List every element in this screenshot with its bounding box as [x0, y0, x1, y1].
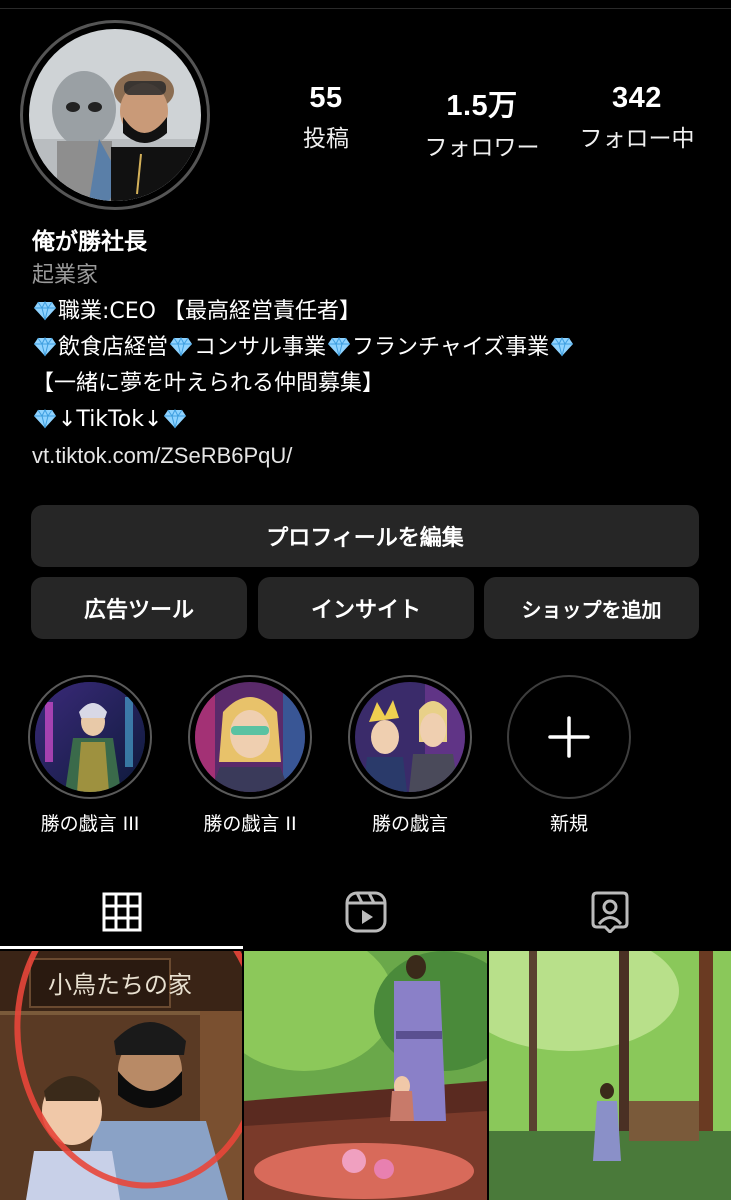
- grid-icon: [102, 892, 141, 932]
- profile-category: 起業家: [32, 263, 99, 288]
- top-divider: [0, 8, 731, 9]
- diamond-icon: [34, 409, 56, 429]
- highlight-item[interactable]: 勝の戯言 III: [28, 675, 152, 836]
- post-thumbnail[interactable]: [489, 951, 731, 1200]
- followers-label: フォロワー: [424, 135, 540, 161]
- bio-text-1: 職業:CEO 【最高経営責任者】: [58, 299, 361, 324]
- diamond-icon: [34, 337, 56, 357]
- reels-icon: [345, 891, 386, 933]
- stat-following[interactable]: 342 フォロー中: [567, 82, 707, 153]
- bio-line-2: 飲食店経営 コンサル事業 フランチャイズ事業: [32, 330, 722, 366]
- highlight-label: 勝の戯言 III: [40, 813, 140, 835]
- posts-count: 55: [309, 82, 343, 114]
- bio-text-2: 飲食店経営: [58, 335, 169, 360]
- svg-text:小鳥たちの家: 小鳥たちの家: [48, 971, 192, 999]
- new-highlight-button[interactable]: 新規: [507, 675, 631, 836]
- bio-text-tiktok: ↓TikTok↓: [58, 407, 163, 432]
- add-shop-button[interactable]: ショップを追加: [484, 577, 699, 639]
- highlight-label: 勝の戯言: [371, 813, 448, 835]
- followers-count: 1.5万: [446, 90, 518, 122]
- post-thumbnail[interactable]: 小鳥たちの家: [0, 951, 242, 1200]
- highlight-ring: [28, 675, 152, 799]
- bio-line-4: ↓TikTok↓: [32, 402, 722, 438]
- highlight-ring: [188, 675, 312, 799]
- bio-link[interactable]: vt.tiktok.com/ZSeRB6PqU/: [32, 438, 722, 474]
- bio-section: 俺が勝社長 起業家 職業:CEO 【最高経営責任者】 飲食店経営 コンサル事業 フラ…: [32, 226, 722, 474]
- avatar-image: [29, 29, 201, 201]
- active-tab-indicator: [0, 946, 243, 949]
- tab-reels[interactable]: [244, 880, 487, 944]
- following-label: フォロー中: [579, 126, 695, 152]
- edit-profile-button[interactable]: プロフィールを編集: [31, 505, 699, 567]
- highlight-label: 勝の戯言 II: [203, 813, 297, 835]
- post-thumbnail[interactable]: [244, 951, 487, 1200]
- bio-line-1: 職業:CEO 【最高経営責任者】: [32, 294, 722, 330]
- tagged-icon: [591, 891, 628, 933]
- stat-followers[interactable]: 1.5万 フォロワー: [412, 82, 552, 162]
- posts-label: 投稿: [303, 126, 349, 152]
- highlight-label: 新規: [549, 813, 588, 835]
- highlight-item[interactable]: 勝の戯言 II: [188, 675, 312, 836]
- following-count: 342: [612, 82, 662, 114]
- highlight-image: [35, 682, 145, 792]
- plus-icon: [548, 716, 590, 758]
- ad-tools-button[interactable]: 広告ツール: [31, 577, 247, 639]
- profile-avatar[interactable]: [20, 20, 210, 210]
- diamond-icon: [34, 301, 56, 321]
- insights-button[interactable]: インサイト: [258, 577, 474, 639]
- bio-line-3: 【一緒に夢を叶えられる仲間募集】: [32, 371, 385, 396]
- diamond-icon: [170, 337, 193, 357]
- diamond-icon: [164, 409, 187, 429]
- diamond-icon: [328, 337, 351, 357]
- highlight-item[interactable]: 勝の戯言: [348, 675, 472, 836]
- bio-text-4: フランチャイズ事業: [352, 335, 550, 360]
- tab-posts-grid[interactable]: [0, 880, 243, 944]
- tab-tagged[interactable]: [488, 880, 731, 944]
- highlight-image: [195, 682, 305, 792]
- highlight-ring: [348, 675, 472, 799]
- diamond-icon: [551, 337, 574, 357]
- profile-name: 俺が勝社長: [32, 229, 147, 255]
- highlight-image: [355, 682, 465, 792]
- bio-text-3: コンサル事業: [194, 335, 327, 360]
- highlight-ring: [507, 675, 631, 799]
- stat-posts[interactable]: 55 投稿: [256, 82, 396, 153]
